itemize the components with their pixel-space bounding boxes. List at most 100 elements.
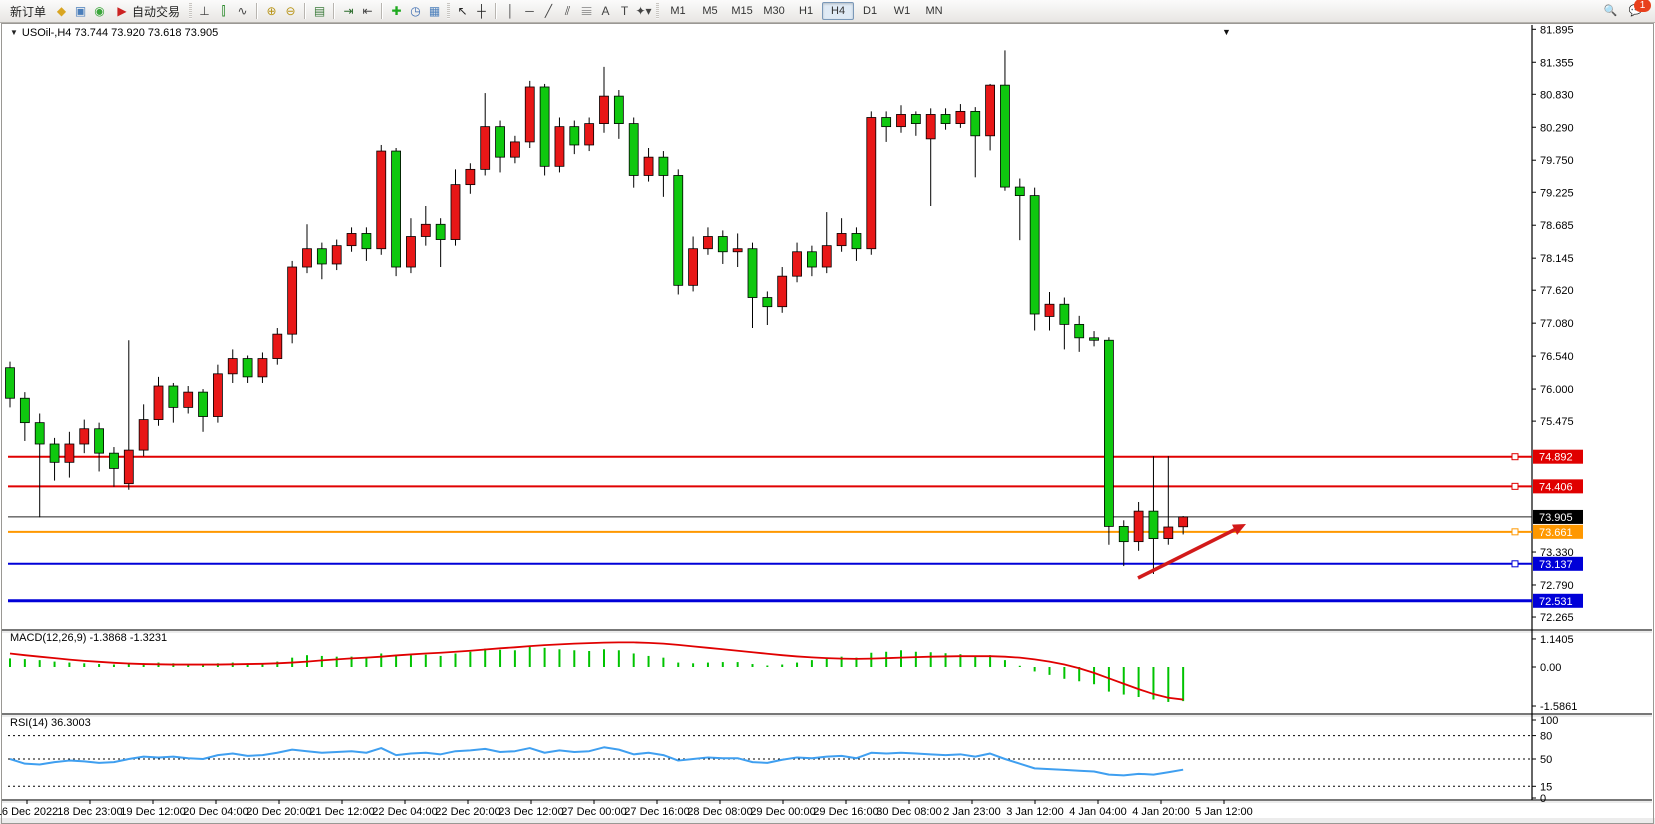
svg-text:75.475: 75.475 bbox=[1540, 416, 1574, 428]
channel-icon[interactable]: ⫽ bbox=[558, 2, 577, 21]
svg-text:29 Dec 00:00: 29 Dec 00:00 bbox=[750, 806, 815, 818]
auto-trading-icon: ▶ bbox=[115, 2, 129, 21]
svg-text:5 Jan 12:00: 5 Jan 12:00 bbox=[1195, 806, 1253, 818]
svg-text:72.531: 72.531 bbox=[1539, 596, 1573, 608]
search-icon[interactable]: 🔍 bbox=[1601, 2, 1620, 21]
auto-trading-button[interactable]: ▶自动交易 bbox=[109, 1, 186, 22]
zoom-in-icon[interactable]: ⊕ bbox=[262, 2, 281, 21]
scroll-end-marker[interactable]: ▼ bbox=[1222, 27, 1231, 37]
cursor-icon[interactable]: ↖ bbox=[453, 2, 472, 21]
tile-windows-icon[interactable]: ▤ bbox=[310, 2, 329, 21]
indicators-icon[interactable]: ✚ bbox=[387, 2, 406, 21]
svg-text:18 Dec 23:00: 18 Dec 23:00 bbox=[57, 806, 122, 818]
notifications-icon[interactable]: 💬1 bbox=[1626, 2, 1645, 21]
toolbar-separator bbox=[333, 3, 335, 19]
svg-text:73.137: 73.137 bbox=[1539, 559, 1573, 571]
timeframe-w1[interactable]: W1 bbox=[886, 2, 918, 20]
fibonacci-icon[interactable]: 𝄙 bbox=[577, 2, 596, 21]
svg-text:73.661: 73.661 bbox=[1539, 527, 1573, 539]
chart-window[interactable]: 81.895 81.355 80.830 80.290 79.750 79.225 78.6… bbox=[0, 23, 1655, 824]
timeframe-m5[interactable]: M5 bbox=[694, 2, 726, 20]
chart-canvas[interactable]: 81.895 81.355 80.830 80.290 79.750 79.225 78.6… bbox=[0, 23, 1655, 824]
svg-text:2 Jan 23:00: 2 Jan 23:00 bbox=[943, 806, 1001, 818]
toolbar-separator bbox=[304, 3, 306, 19]
svg-text:29 Dec 16:00: 29 Dec 16:00 bbox=[813, 806, 878, 818]
timeframe-mn[interactable]: MN bbox=[918, 2, 950, 20]
svg-text:79.225: 79.225 bbox=[1540, 187, 1574, 199]
svg-text:50: 50 bbox=[1540, 754, 1552, 766]
auto-scroll-icon[interactable]: ⇥ bbox=[339, 2, 358, 21]
svg-text:81.355: 81.355 bbox=[1540, 57, 1574, 69]
svg-text:1.1405: 1.1405 bbox=[1540, 634, 1574, 646]
svg-text:80.290: 80.290 bbox=[1540, 122, 1574, 134]
toolbar-right-group: 🔍 💬1 bbox=[1601, 2, 1651, 21]
text-label-icon[interactable]: T bbox=[615, 2, 634, 21]
rsi-indicator-label: RSI(14) 36.3003 bbox=[10, 717, 91, 729]
svg-text:30 Dec 08:00: 30 Dec 08:00 bbox=[876, 806, 941, 818]
svg-text:27 Dec 16:00: 27 Dec 16:00 bbox=[624, 806, 689, 818]
toolbar-grip bbox=[189, 3, 192, 19]
svg-text:22 Dec 04:00: 22 Dec 04:00 bbox=[372, 806, 437, 818]
svg-text:100: 100 bbox=[1540, 715, 1558, 727]
svg-text:27 Dec 00:00: 27 Dec 00:00 bbox=[561, 806, 626, 818]
svg-text:80.830: 80.830 bbox=[1540, 89, 1574, 101]
svg-text:0: 0 bbox=[1540, 793, 1546, 805]
svg-text:19 Dec 12:00: 19 Dec 12:00 bbox=[120, 806, 185, 818]
svg-text:20 Dec 20:00: 20 Dec 20:00 bbox=[246, 806, 311, 818]
timeframe-m15[interactable]: M15 bbox=[726, 2, 758, 20]
svg-text:3 Jan 12:00: 3 Jan 12:00 bbox=[1006, 806, 1064, 818]
new-order-button[interactable]: 新订单 bbox=[4, 1, 52, 22]
svg-text:81.895: 81.895 bbox=[1540, 24, 1574, 36]
zoom-out-icon[interactable]: ⊖ bbox=[281, 2, 300, 21]
templates-icon[interactable]: ▦ bbox=[425, 2, 444, 21]
svg-text:74.892: 74.892 bbox=[1539, 452, 1573, 464]
signals-icon[interactable]: ◉ bbox=[90, 2, 109, 21]
toolbar-separator bbox=[381, 3, 383, 19]
symbol-dropdown-icon[interactable]: ▼ bbox=[10, 28, 18, 37]
chart-line-icon[interactable]: ∿ bbox=[233, 2, 252, 21]
svg-text:4 Jan 04:00: 4 Jan 04:00 bbox=[1069, 806, 1127, 818]
toolbar-grip bbox=[447, 3, 450, 19]
text-icon[interactable]: A bbox=[596, 2, 615, 21]
svg-text:-1.5861: -1.5861 bbox=[1540, 701, 1577, 713]
svg-text:0.00: 0.00 bbox=[1540, 662, 1561, 674]
svg-text:78.685: 78.685 bbox=[1540, 220, 1574, 232]
svg-text:20 Dec 04:00: 20 Dec 04:00 bbox=[183, 806, 248, 818]
svg-text:72.265: 72.265 bbox=[1540, 612, 1574, 624]
toolbar-separator bbox=[256, 3, 258, 19]
svg-text:72.790: 72.790 bbox=[1540, 580, 1574, 592]
timeframe-h4[interactable]: H4 bbox=[822, 2, 854, 20]
main-toolbar: 新订单◆▣◉▶自动交易 ⊥⫿∿ ⊕⊖ ▤ ⇥⇤ ✚◷▦ ↖┼ │─╱⫽𝄙AT✦▾ M1M5M15… bbox=[0, 0, 1655, 23]
svg-text:79.750: 79.750 bbox=[1540, 155, 1574, 167]
chart-symbol-ohlc: ▼USOil-,H4 73.744 73.920 73.618 73.905 bbox=[10, 27, 218, 39]
terminal-icon[interactable]: ▣ bbox=[71, 2, 90, 21]
trendline-icon[interactable]: ╱ bbox=[539, 2, 558, 21]
trading-terminal-window: 新订单◆▣◉▶自动交易 ⊥⫿∿ ⊕⊖ ▤ ⇥⇤ ✚◷▦ ↖┼ │─╱⫽𝄙AT✦▾ M1M5M15… bbox=[0, 0, 1655, 824]
periods-icon[interactable]: ◷ bbox=[406, 2, 425, 21]
svg-text:21 Dec 12:00: 21 Dec 12:00 bbox=[309, 806, 374, 818]
timeframe-d1[interactable]: D1 bbox=[854, 2, 886, 20]
svg-text:22 Dec 20:00: 22 Dec 20:00 bbox=[435, 806, 500, 818]
vertical-line-icon[interactable]: │ bbox=[501, 2, 520, 21]
svg-text:78.145: 78.145 bbox=[1540, 253, 1574, 265]
chart-candles-icon[interactable]: ⫿ bbox=[214, 2, 233, 21]
svg-text:77.080: 77.080 bbox=[1540, 318, 1574, 330]
svg-text:23 Dec 12:00: 23 Dec 12:00 bbox=[498, 806, 563, 818]
svg-text:77.620: 77.620 bbox=[1540, 285, 1574, 297]
horizontal-line-icon[interactable]: ─ bbox=[520, 2, 539, 21]
timeframe-h1[interactable]: H1 bbox=[790, 2, 822, 20]
timeframe-m1[interactable]: M1 bbox=[662, 2, 694, 20]
svg-text:15: 15 bbox=[1540, 781, 1552, 793]
svg-text:74.406: 74.406 bbox=[1539, 481, 1573, 493]
market-icon[interactable]: ◆ bbox=[52, 2, 71, 21]
chart-shift-icon[interactable]: ⇤ bbox=[358, 2, 377, 21]
svg-text:28 Dec 08:00: 28 Dec 08:00 bbox=[687, 806, 752, 818]
shapes-icon[interactable]: ✦▾ bbox=[634, 2, 653, 21]
svg-text:76.000: 76.000 bbox=[1540, 384, 1574, 396]
svg-text:80: 80 bbox=[1540, 731, 1552, 743]
chart-bars-icon[interactable]: ⊥ bbox=[195, 2, 214, 21]
timeframe-m30[interactable]: M30 bbox=[758, 2, 790, 20]
macd-indicator-label: MACD(12,26,9) -1.3868 -1.3231 bbox=[10, 632, 167, 644]
crosshair-icon[interactable]: ┼ bbox=[472, 2, 491, 21]
toolbar-separator bbox=[495, 3, 497, 19]
